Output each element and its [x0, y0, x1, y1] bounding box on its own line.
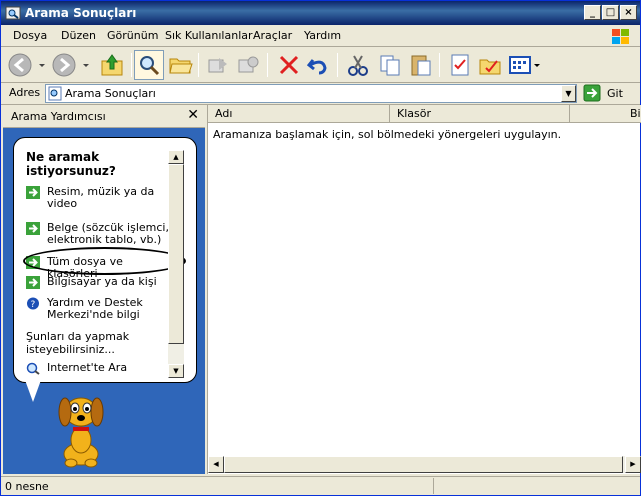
- option-documents[interactable]: Belge (sözcük işlemci, elektronik tablo,…: [26, 222, 169, 250]
- minimize-button[interactable]: _: [584, 5, 601, 20]
- horizontal-scroll-thumb[interactable]: [224, 456, 623, 473]
- back-dropdown-icon[interactable]: [37, 52, 47, 78]
- menu-yardim[interactable]: Yardım: [304, 29, 341, 42]
- scroll-down-arrow[interactable]: ▼: [168, 364, 184, 378]
- address-dropdown-button[interactable]: ▼: [561, 85, 576, 102]
- scroll-thumb[interactable]: [168, 164, 184, 344]
- forward-icon[interactable]: [51, 52, 77, 78]
- option-documents-label: Belge (sözcük işlemci, elektronik tablo,…: [47, 221, 169, 246]
- menu-araclar[interactable]: Araçlar: [253, 29, 292, 42]
- search-dog-icon[interactable]: [51, 390, 111, 468]
- menu-gorunum[interactable]: Görünüm: [107, 29, 158, 42]
- search-results-icon: [48, 86, 62, 101]
- go-button[interactable]: Git: [583, 84, 637, 103]
- scroll-right-arrow[interactable]: ▶: [625, 456, 641, 473]
- status-text: 0 nesne: [5, 480, 49, 493]
- also-heading: Şunları da yapmak isteyebilirsiniz...: [26, 330, 130, 356]
- address-value: Arama Sonuçları: [65, 87, 156, 100]
- pane-close-icon[interactable]: ✕: [187, 107, 199, 123]
- undo-icon[interactable]: [305, 52, 331, 78]
- close-button[interactable]: ×: [620, 5, 637, 20]
- folders-icon[interactable]: [167, 52, 193, 78]
- option-internet-search[interactable]: Internet'te Ara: [26, 362, 166, 376]
- address-input[interactable]: Arama Sonuçları ▼: [45, 84, 577, 103]
- green-arrow-icon: [26, 186, 40, 199]
- bubble-scrollbar[interactable]: ▲ ▼: [168, 150, 184, 378]
- results-pane: Adı Klasör Bi Aramanıza başlamak için, s…: [207, 105, 641, 474]
- go-arrow-icon: [583, 84, 601, 102]
- paste-icon[interactable]: [408, 52, 434, 78]
- horizontal-scrollbar[interactable]: ◀ ▶: [208, 456, 641, 473]
- go-label: Git: [607, 87, 623, 100]
- option-computer-person-label: Bilgisayar ya da kişi: [47, 275, 157, 288]
- title-bar[interactable]: Arama Sonuçları _ □ ×: [1, 1, 640, 25]
- scroll-up-arrow[interactable]: ▲: [168, 150, 184, 164]
- svg-text:?: ?: [31, 300, 36, 310]
- up-folder-icon[interactable]: [99, 52, 125, 78]
- window-title: Arama Sonuçları: [25, 6, 137, 20]
- address-bar: Adres Arama Sonuçları ▼ Git: [1, 83, 640, 105]
- copy-to-icon[interactable]: [235, 52, 261, 78]
- cut-icon[interactable]: [345, 52, 371, 78]
- search-companion-header: Arama Yardımcısı ✕: [3, 105, 205, 128]
- option-media-label: Resim, müzik ya da video: [47, 185, 155, 210]
- column-headers: Adı Klasör Bi: [208, 105, 641, 123]
- menu-dosya[interactable]: Dosya: [13, 29, 47, 42]
- scroll-left-arrow[interactable]: ◀: [208, 456, 224, 473]
- speech-bubble: Ne aramak istiyorsunuz? Resim, müzik ya …: [13, 137, 197, 383]
- properties-icon[interactable]: [447, 52, 473, 78]
- option-internet-search-label: Internet'te Ara: [47, 361, 128, 374]
- search-icon: [140, 56, 160, 76]
- menu-bar: Dosya Düzen Görünüm Sık Kullanılanlar Ar…: [1, 25, 640, 47]
- highlight-oval: [23, 247, 186, 275]
- option-help-center[interactable]: ? Yardım ve Destek Merkezi'nde bilgi: [26, 297, 166, 325]
- search-button[interactable]: [134, 50, 164, 80]
- green-arrow-icon: [26, 276, 40, 289]
- column-header-name[interactable]: Adı: [208, 105, 390, 123]
- bubble-tail: [25, 380, 41, 402]
- option-computer-person[interactable]: Bilgisayar ya da kişi: [26, 276, 166, 290]
- move-to-icon[interactable]: [205, 52, 231, 78]
- windows-logo-icon: [612, 29, 629, 44]
- forward-dropdown-icon[interactable]: [81, 52, 91, 78]
- status-divider: [433, 478, 434, 494]
- status-bar: 0 nesne: [1, 476, 640, 495]
- internet-search-icon: [26, 362, 40, 375]
- option-help-center-label: Yardım ve Destek Merkezi'nde bilgi: [47, 296, 143, 321]
- toolbar: [1, 47, 640, 83]
- search-window-icon: [5, 6, 21, 20]
- instructions-text: Aramanıza başlamak için, sol bölmedeki y…: [213, 128, 562, 141]
- option-media[interactable]: Resim, müzik ya da video: [26, 186, 166, 214]
- delete-icon[interactable]: [276, 52, 302, 78]
- column-header-folder[interactable]: Klasör: [390, 105, 570, 123]
- help-icon: ?: [27, 297, 39, 310]
- address-label: Adres: [9, 86, 41, 99]
- column-header-size[interactable]: Bi: [570, 105, 641, 123]
- copy-icon[interactable]: [377, 52, 403, 78]
- search-question: Ne aramak istiyorsunuz?: [26, 150, 116, 178]
- folder-options-icon[interactable]: [477, 52, 503, 78]
- maximize-button[interactable]: □: [602, 5, 619, 20]
- views-icon[interactable]: [507, 52, 543, 78]
- explorer-window: Arama Sonuçları _ □ × Dosya Düzen Görünü…: [0, 0, 641, 496]
- green-arrow-icon: [26, 222, 40, 235]
- menu-duzen[interactable]: Düzen: [61, 29, 96, 42]
- search-companion-title: Arama Yardımcısı: [11, 110, 106, 123]
- back-icon[interactable]: [7, 52, 33, 78]
- search-companion-pane: Arama Yardımcısı ✕ Ne aramak istiyorsunu…: [3, 105, 205, 474]
- menu-sik-kullanilanlar[interactable]: Sık Kullanılanlar: [165, 29, 253, 42]
